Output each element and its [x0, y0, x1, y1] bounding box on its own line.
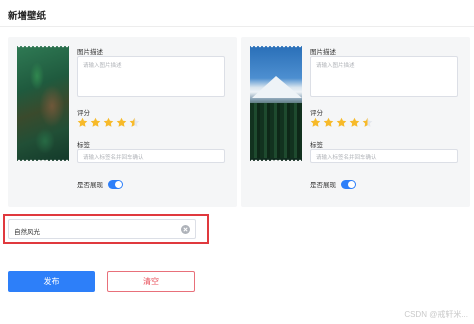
tag-label: 标签 — [77, 142, 90, 149]
watermark: CSDN @戒轩米... — [404, 310, 468, 319]
show-toggle[interactable] — [108, 179, 123, 189]
page-title: 新增壁纸 — [8, 11, 47, 22]
show-toggle[interactable] — [341, 179, 356, 189]
show-toggle-row: 是否展现 — [77, 179, 123, 189]
page: 新增壁纸 图片描述 请输入图片描述 评分 标签 请输入标签名并回车确认 是否展现 — [0, 0, 474, 324]
rating-stars[interactable] — [310, 117, 373, 129]
show-label: 是否展现 — [77, 182, 103, 189]
desc-textarea[interactable]: 请输入图片描述 — [77, 56, 225, 97]
tag-input[interactable]: 请输入标签名并回车确认 — [310, 149, 458, 163]
show-label: 是否展现 — [310, 182, 336, 189]
wallpaper-thumbnail[interactable] — [250, 46, 302, 161]
header-divider — [0, 26, 474, 27]
star-icon[interactable] — [77, 117, 88, 128]
rating-label: 评分 — [310, 110, 323, 117]
category-input[interactable]: 自然风光 — [8, 219, 196, 239]
desc-textarea[interactable]: 请输入图片描述 — [310, 56, 458, 97]
clear-icon[interactable] — [181, 225, 190, 234]
star-icon[interactable] — [116, 117, 127, 128]
star-icon[interactable] — [349, 117, 360, 128]
tag-label: 标签 — [310, 142, 323, 149]
publish-button[interactable]: 发布 — [8, 271, 95, 292]
star-icon[interactable] — [103, 117, 114, 128]
star-icon[interactable] — [323, 117, 334, 128]
half-star-icon[interactable] — [129, 117, 140, 128]
edit-icon[interactable] — [272, 159, 281, 161]
perforation-top — [250, 46, 302, 49]
edit-icon[interactable] — [39, 159, 48, 161]
desc-label: 图片描述 — [77, 49, 103, 56]
clear-button[interactable]: 清空 — [107, 271, 195, 292]
rating-label: 评分 — [77, 110, 90, 117]
wallpaper-card-2: 图片描述 请输入图片描述 评分 标签 请输入标签名并回车确认 是否展现 — [241, 37, 470, 207]
show-toggle-row: 是否展现 — [310, 179, 356, 189]
star-icon[interactable] — [336, 117, 347, 128]
forest-trees — [250, 103, 302, 158]
rating-stars[interactable] — [77, 117, 140, 129]
wallpaper-thumbnail[interactable] — [17, 46, 69, 161]
category-value: 自然风光 — [14, 229, 40, 236]
perforation-top — [17, 46, 69, 49]
mountain-peak — [252, 76, 302, 98]
desc-label: 图片描述 — [310, 49, 336, 56]
star-icon[interactable] — [90, 117, 101, 128]
half-star-icon[interactable] — [362, 117, 373, 128]
tag-input[interactable]: 请输入标签名并回车确认 — [77, 149, 225, 163]
wallpaper-card-1: 图片描述 请输入图片描述 评分 标签 请输入标签名并回车确认 是否展现 — [8, 37, 237, 207]
star-icon[interactable] — [310, 117, 321, 128]
